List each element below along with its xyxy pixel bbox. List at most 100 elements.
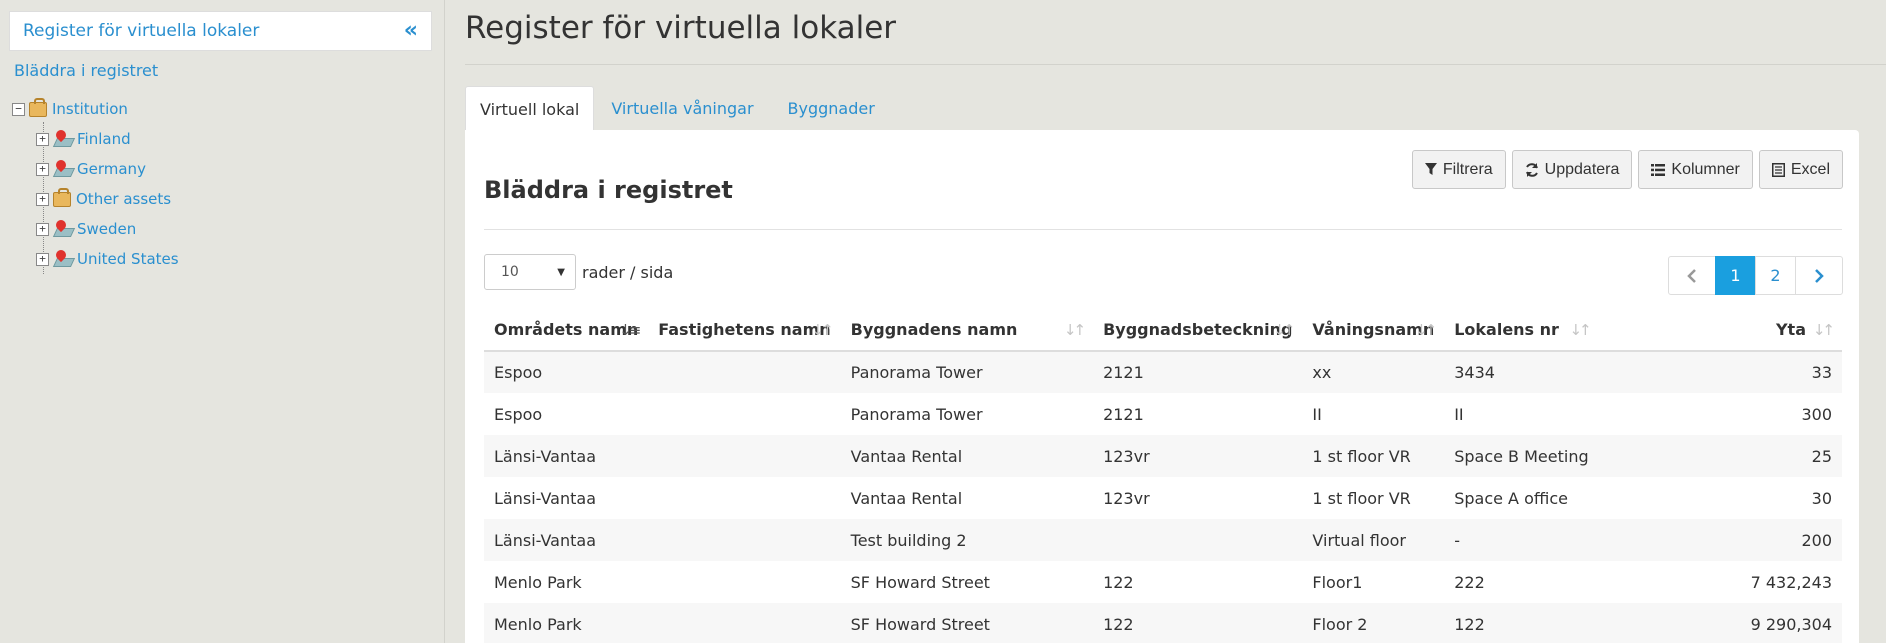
location-pin-icon [52, 157, 76, 178]
panel-title: Bläddra i registret [484, 176, 733, 204]
divider [465, 64, 1886, 65]
tree-node-label[interactable]: United States [77, 250, 179, 268]
cell-premise-number: Space B Meeting [1444, 435, 1599, 477]
cell-property-name [648, 351, 841, 393]
cell-premise-number: 122 [1444, 603, 1599, 643]
sort-icon[interactable]: ↓↑ [812, 321, 834, 339]
sort-icon[interactable]: ↓↑ [1569, 321, 1591, 339]
premises-table: Områdets namn ↓≡ Fastighetens namn ↓↑ Bygg… [484, 308, 1842, 643]
cell-premise-number: - [1444, 519, 1599, 561]
tab-buildings[interactable]: Byggnader [771, 86, 892, 131]
column-header-premise-number[interactable]: Lokalens nr ↓↑ [1444, 308, 1599, 352]
tree-node-label[interactable]: Germany [77, 160, 146, 178]
tree-node-label[interactable]: Other assets [76, 190, 171, 208]
excel-button[interactable]: Excel [1758, 150, 1843, 189]
list-icon [1651, 163, 1666, 176]
column-header-building-designation[interactable]: Byggnadsbeteckning ↓↑ [1093, 308, 1303, 352]
tab-virtual-floors[interactable]: Virtuella våningar [594, 86, 770, 131]
table-row[interactable]: Espoo Panorama Tower 2121 xx 3434 33 [484, 351, 1842, 393]
table-row[interactable]: Länsi-Vantaa Vantaa Rental 123vr 1 st fl… [484, 435, 1842, 477]
cell-area: 200 [1598, 519, 1842, 561]
cell-area-name: Länsi-Vantaa [484, 519, 649, 561]
refresh-button[interactable]: Uppdatera [1511, 150, 1633, 189]
sort-ascending-icon[interactable]: ↓≡ [619, 321, 641, 339]
column-header-property-name[interactable]: Fastighetens namn ↓↑ [648, 308, 841, 352]
tree-node-other-assets[interactable]: + Other assets [36, 184, 179, 214]
columns-button-label: Kolumner [1671, 160, 1740, 178]
expand-node-icon[interactable]: + [36, 132, 49, 146]
filter-button[interactable]: Filtrera [1411, 150, 1506, 189]
table-row[interactable]: Espoo Panorama Tower 2121 II II 300 [484, 393, 1842, 435]
location-pin-icon [52, 127, 76, 148]
expand-node-icon[interactable]: + [36, 192, 49, 206]
sort-icon[interactable]: ↓↑ [1064, 321, 1086, 339]
cell-building-designation: 123vr [1093, 435, 1303, 477]
cell-area: 33 [1598, 351, 1842, 393]
column-header-area[interactable]: Yta ↓↑ [1598, 308, 1842, 352]
collapse-node-icon[interactable]: − [12, 102, 25, 116]
tab-bar: Virtuell lokal Virtuella våningar Byggna… [465, 86, 892, 131]
briefcase-icon [53, 187, 71, 207]
cell-floor-name: 1 st floor VR [1302, 435, 1445, 477]
cell-building-name: SF Howard Street [850, 572, 990, 592]
cell-area-name: Länsi-Vantaa [484, 435, 649, 477]
cell-area-name: Menlo Park [484, 603, 649, 643]
cell-building-name: Vantaa Rental [840, 435, 1094, 477]
column-header-floor-name[interactable]: Våningsnamn ↓↑ [1302, 308, 1445, 352]
cell-floor-name: Floor 2 [1302, 603, 1445, 643]
cell-premise-number: 3434 [1444, 351, 1599, 393]
cell-area: 300 [1801, 404, 1832, 424]
chevron-right-icon [1815, 268, 1824, 283]
tree-node-label[interactable]: Sweden [77, 220, 136, 238]
cell-floor-name: xx [1302, 351, 1445, 393]
cell-premise-number: 222 [1454, 572, 1485, 592]
column-header-building-name[interactable]: Byggnadens namn ↓↑ [840, 308, 1094, 352]
tree-node-institution[interactable]: − Institution [12, 94, 179, 124]
page-title: Register för virtuella lokaler [465, 10, 897, 46]
cell-building-designation: 123vr [1103, 488, 1150, 508]
location-pin-icon [52, 247, 76, 268]
sort-icon[interactable]: ↓↑ [1813, 321, 1835, 339]
location-tree: − Institution + Finland + Germany + Othe… [12, 94, 179, 274]
cell-building-designation [1093, 519, 1303, 561]
cell-area: 30 [1811, 488, 1832, 508]
tree-node-united-states[interactable]: + United States [36, 244, 179, 274]
table-row[interactable]: Länsi-Vantaa Vantaa Rental 123vr 1 st fl… [484, 477, 1842, 519]
page-button-2[interactable]: 2 [1755, 256, 1796, 295]
page-button-1[interactable]: 1 [1715, 256, 1756, 295]
cell-building-name: Test building 2 [840, 519, 1094, 561]
collapse-sidebar-icon[interactable]: « [404, 20, 418, 42]
browse-registry-link[interactable]: Bläddra i registret [14, 61, 158, 80]
cell-premise-number: II [1454, 404, 1464, 424]
sort-icon[interactable]: ↓↑ [1273, 321, 1295, 339]
tree-node-label[interactable]: Finland [77, 130, 131, 148]
column-header-area-name[interactable]: Områdets namn ↓≡ [484, 308, 649, 352]
expand-node-icon[interactable]: + [36, 252, 49, 266]
sidebar-title[interactable]: Register för virtuella lokaler [23, 21, 259, 41]
columns-button[interactable]: Kolumner [1638, 150, 1753, 189]
page-size-value: 10 [501, 264, 519, 280]
table-row[interactable]: Menlo Park SF Howard Street 122 Floor 2 … [484, 603, 1842, 643]
cell-property-name [648, 561, 840, 603]
cell-building-name: Panorama Tower [850, 404, 983, 424]
tree-node-label[interactable]: Institution [52, 100, 128, 118]
table-row[interactable]: Länsi-Vantaa Test building 2 Virtual flo… [484, 519, 1842, 561]
table-row[interactable]: Menlo Park SF Howard Street 122 Floor1 2… [484, 561, 1842, 603]
expand-node-icon[interactable]: + [36, 162, 49, 176]
cell-property-name [648, 603, 841, 643]
previous-page-button[interactable] [1668, 256, 1716, 295]
tab-virtual-premise[interactable]: Virtuell lokal [465, 86, 595, 131]
tree-node-germany[interactable]: + Germany [36, 154, 179, 184]
expand-node-icon[interactable]: + [36, 222, 49, 236]
tree-node-finland[interactable]: + Finland [36, 124, 179, 154]
tree-node-sweden[interactable]: + Sweden [36, 214, 179, 244]
page-size-control: 10 ▼ rader / sida [484, 254, 673, 290]
cell-building-name: SF Howard Street [840, 603, 1094, 643]
cell-area-name: Länsi-Vantaa [494, 488, 597, 508]
sort-icon[interactable]: ↓↑ [1415, 321, 1437, 339]
next-page-button[interactable] [1795, 256, 1843, 295]
page-size-select[interactable]: 10 ▼ [484, 254, 576, 290]
refresh-button-label: Uppdatera [1544, 160, 1620, 178]
cell-building-designation: 2121 [1103, 404, 1144, 424]
cell-floor-name: 1 st floor VR [1312, 488, 1411, 508]
